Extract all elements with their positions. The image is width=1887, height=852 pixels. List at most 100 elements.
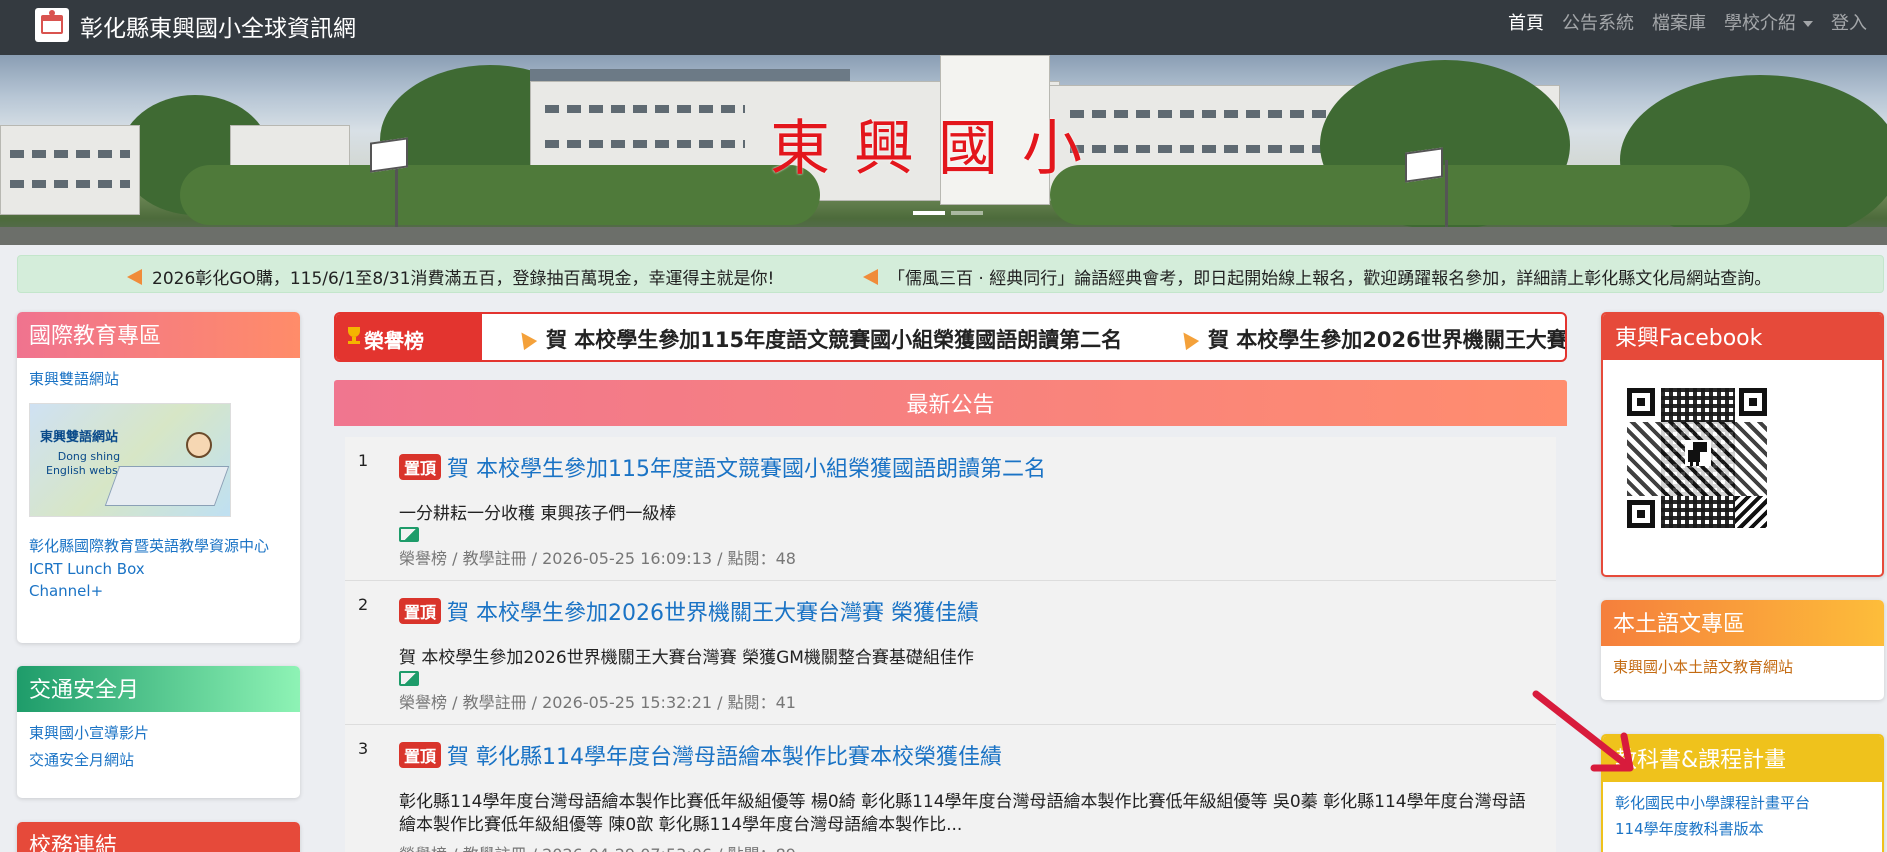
- honor-roll-label: 榮譽榜: [336, 314, 482, 360]
- party-popper-icon: [1176, 327, 1200, 351]
- news-description: 賀 本校學生參加2026世界機關王大賽台灣賽 榮獲GM機關整合賽基礎組佳作: [399, 648, 974, 668]
- nav-menu: 首頁 公告系統 檔案庫 學校介紹 登入: [1490, 0, 1867, 44]
- image-attachment-icon: [399, 671, 419, 686]
- marquee-item[interactable]: 「儒風三百 · 經典同行」論語經典會考，即日起開始線上報名，歡迎踴躍報名參加，詳…: [863, 264, 1771, 289]
- link-traffic-safety-site[interactable]: 交通安全月網站: [29, 749, 288, 770]
- card-title: 交通安全月: [17, 666, 300, 712]
- banner-hedge: [180, 165, 820, 225]
- honor-item[interactable]: 賀 本校學生參加2026世界機關王大賽: [1176, 324, 1567, 354]
- link-traffic-video[interactable]: 東興國小宣導影片: [29, 722, 288, 743]
- paper-boat-illustration: [104, 466, 230, 506]
- nav-item-announcements[interactable]: 公告系統: [1562, 9, 1634, 35]
- news-number: 3: [358, 739, 369, 758]
- marquee-item[interactable]: 2026彰化GO購，115/6/1至8/31消費滿五百，登錄抽百萬現金，幸運得主…: [127, 264, 774, 289]
- link-local-language-site[interactable]: 東興國小本土語文教育網站: [1613, 656, 1872, 677]
- nav-item-files[interactable]: 檔案庫: [1652, 9, 1706, 35]
- news-number: 2: [358, 595, 369, 614]
- announcement-marquee[interactable]: 2026彰化GO購，115/6/1至8/31消費滿五百，登錄抽百萬現金，幸運得主…: [17, 255, 1884, 293]
- link-intl-resource-center[interactable]: 彰化縣國際教育暨英語教學資源中心: [29, 535, 288, 556]
- trophy-icon: [346, 327, 362, 345]
- link-textbook-versions[interactable]: 114學年度教科書版本: [1615, 818, 1870, 839]
- banner-title: 東興國小: [770, 114, 1106, 184]
- carousel-indicator[interactable]: [951, 211, 983, 215]
- honor-roll-ticker[interactable]: 榮譽榜 賀 本校學生參加115年度語文競賽國小組榮獲國語朗讀第二名 賀 本校學生…: [334, 312, 1567, 362]
- marquee-item-text: 2026彰化GO購，115/6/1至8/31消費滿五百，登錄抽百萬現金，幸運得主…: [152, 269, 775, 289]
- marquee-item-text: 「儒風三百 · 經典同行」論語經典會考，即日起開始線上報名，歡迎踴躍報名參加，詳…: [888, 269, 1772, 289]
- news-item: 3 置頂賀 彰化縣114學年度台灣母語繪本製作比賽本校榮獲佳績 彰化縣114學年…: [345, 725, 1556, 852]
- site-title[interactable]: 彰化縣東興國小全球資訊網: [80, 9, 356, 43]
- news-meta: 榮譽榜 / 教學註冊 / 2026-05-25 15:32:21 / 點閱：41: [399, 693, 796, 712]
- dinosaur-icon: [1685, 440, 1711, 466]
- qr-pattern: [1735, 496, 1767, 528]
- megaphone-icon: [863, 268, 878, 285]
- bilingual-image-title: 東興雙語網站: [40, 430, 119, 445]
- image-attachment-icon: [399, 527, 419, 542]
- news-meta: 榮譽榜 / 教學註冊 / 2026-05-25 16:09:13 / 點閱：48: [399, 549, 796, 568]
- bilingual-site-banner-image[interactable]: 東興雙語網站 Dong shing English website: [29, 403, 231, 517]
- news-number: 1: [358, 451, 369, 470]
- news-description: 彰化縣114學年度台灣母語繪本製作比賽低年級組優等 楊0綺 彰化縣114學年度台…: [399, 792, 1526, 835]
- card-international-education: 國際教育專區 東興雙語網站 東興雙語網站 Dong shing English w…: [17, 312, 300, 643]
- child-illustration: [186, 432, 212, 458]
- news-title-link[interactable]: 置頂賀 彰化縣114學年度台灣母語繪本製作比賽本校榮獲佳績: [399, 739, 1002, 771]
- caret-down-icon: [1803, 21, 1813, 27]
- banner-window: [545, 140, 745, 148]
- news-item: 1 置頂賀 本校學生參加115年度語文競賽國小組榮獲國語朗讀第二名 一分耕耘一分…: [345, 437, 1556, 581]
- bilingual-image-sub1: Dong shing: [57, 450, 121, 463]
- school-logo-icon[interactable]: [35, 8, 69, 42]
- news-meta: 榮譽榜 / 教學註冊 / 2026-04-29 07:53:06 / 點閱：89: [399, 841, 796, 852]
- card-school-links: 校務連結: [17, 822, 300, 852]
- navbar: 彰化縣東興國小全球資訊網 首頁 公告系統 檔案庫 學校介紹 登入: [0, 0, 1887, 55]
- qr-finder: [1739, 388, 1767, 416]
- honor-item[interactable]: 賀 本校學生參加115年度語文競賽國小組榮獲國語朗讀第二名: [514, 324, 1123, 354]
- banner-window: [10, 150, 130, 158]
- red-arrow-annotation-icon: [1532, 690, 1634, 772]
- card-textbook-curriculum: 教科書&課程計畫 彰化國民中小學課程計畫平台 114學年度教科書版本: [1601, 734, 1884, 852]
- latest-news-header: 最新公告: [334, 380, 1567, 426]
- news-title-link[interactable]: 置頂賀 本校學生參加115年度語文競賽國小組榮獲國語朗讀第二名: [399, 451, 1046, 483]
- news-description: 一分耕耘一分收穫 東興孩子們一級棒: [399, 504, 677, 524]
- card-facebook: 東興Facebook: [1601, 312, 1884, 577]
- banner-hedge: [1050, 165, 1750, 225]
- nav-item-home[interactable]: 首頁: [1508, 9, 1544, 35]
- carousel-indicator-active[interactable]: [913, 211, 945, 215]
- news-item: 2 置頂賀 本校學生參加2026世界機關王大賽台灣賽 榮獲佳績 賀 本校學生參加…: [345, 581, 1556, 725]
- megaphone-icon: [127, 268, 142, 285]
- nav-item-login[interactable]: 登入: [1831, 9, 1867, 35]
- honor-roll-label-text: 榮譽榜: [364, 329, 424, 353]
- card-local-language: 本土語文專區 東興國小本土語文教育網站: [1601, 600, 1884, 700]
- facebook-qr-code[interactable]: [1627, 388, 1767, 528]
- banner-ground: [0, 227, 1887, 245]
- link-channel-plus[interactable]: Channel+: [29, 582, 288, 600]
- card-title: 東興Facebook: [1603, 314, 1882, 360]
- news-title-text: 賀 本校學生參加2026世界機關王大賽台灣賽 榮獲佳績: [447, 601, 979, 626]
- card-title: 國際教育專區: [17, 312, 300, 358]
- banner-window: [545, 105, 745, 113]
- link-curriculum-platform[interactable]: 彰化國民中小學課程計畫平台: [1615, 792, 1870, 813]
- banner-pole: [1445, 160, 1448, 230]
- news-title-link[interactable]: 置頂賀 本校學生參加2026世界機關王大賽台灣賽 榮獲佳績: [399, 595, 979, 627]
- card-title: 校務連結: [17, 822, 300, 852]
- news-title-text: 賀 彰化縣114學年度台灣母語繪本製作比賽本校榮獲佳績: [447, 745, 1003, 770]
- card-title: 本土語文專區: [1601, 600, 1884, 646]
- banner-pole: [395, 160, 398, 230]
- banner-carousel[interactable]: 東興國小: [0, 55, 1887, 245]
- card-traffic-safety: 交通安全月 東興國小宣導影片 交通安全月網站: [17, 666, 300, 798]
- banner-building-left: [0, 125, 140, 215]
- qr-finder: [1627, 500, 1655, 528]
- qr-finder: [1627, 388, 1655, 416]
- latest-news-list: 1 置頂賀 本校學生參加115年度語文競賽國小組榮獲國語朗讀第二名 一分耕耘一分…: [345, 437, 1556, 852]
- link-icrt-lunch-box[interactable]: ICRT Lunch Box: [29, 560, 288, 578]
- link-bilingual-site[interactable]: 東興雙語網站: [29, 368, 288, 389]
- banner-basketball-hoop: [1405, 147, 1443, 183]
- card-title: 教科書&課程計畫: [1603, 736, 1882, 782]
- banner-window: [10, 180, 130, 188]
- party-popper-icon: [514, 327, 538, 351]
- pinned-badge: 置頂: [399, 742, 442, 768]
- honor-item-text: 賀 本校學生參加2026世界機關王大賽: [1208, 328, 1567, 352]
- news-title-text: 賀 本校學生參加115年度語文競賽國小組榮獲國語朗讀第二名: [447, 457, 1047, 482]
- honor-item-text: 賀 本校學生參加115年度語文競賽國小組榮獲國語朗讀第二名: [546, 328, 1123, 352]
- nav-item-school-intro[interactable]: 學校介紹: [1724, 9, 1813, 35]
- banner-basketball-hoop: [370, 137, 408, 173]
- nav-item-school-intro-label: 學校介紹: [1724, 13, 1796, 34]
